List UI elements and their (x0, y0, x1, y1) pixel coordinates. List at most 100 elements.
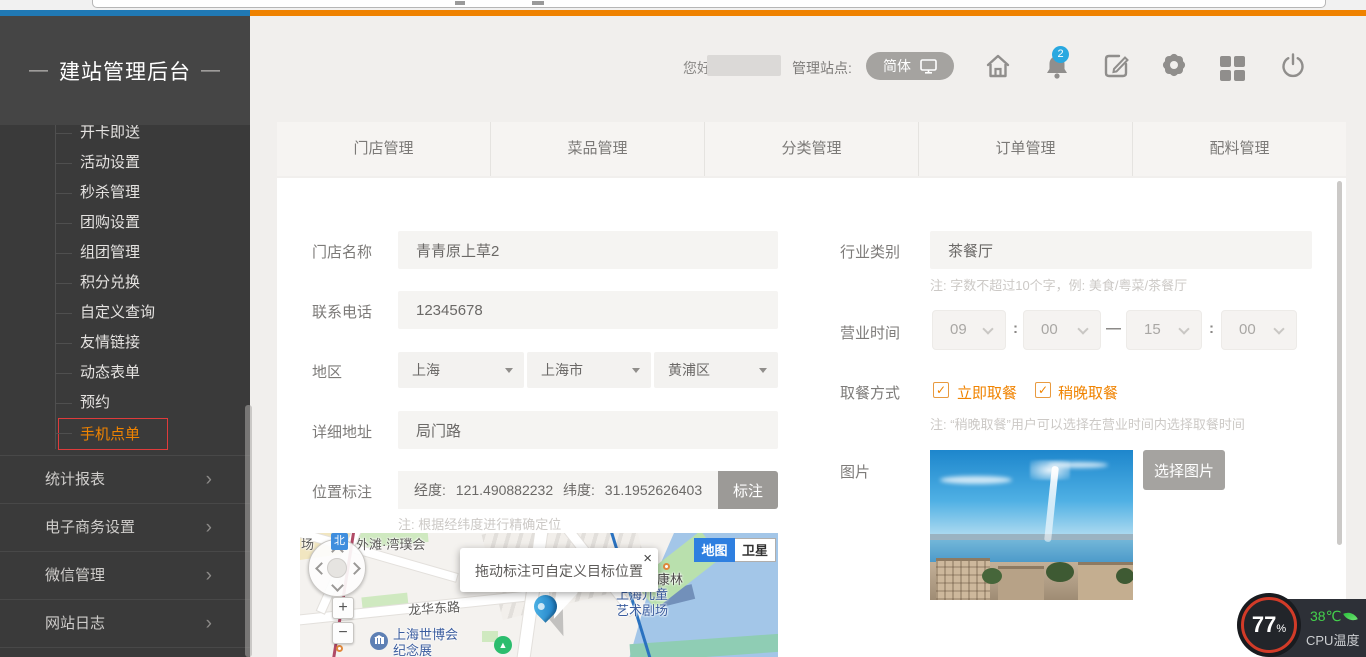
sidebar-item-team[interactable]: 组团管理 (0, 238, 250, 268)
map-zoom-control: + − (332, 597, 354, 647)
region-label: 地区 (312, 361, 342, 382)
satellite-view-button[interactable]: 卫星 (735, 538, 776, 562)
close-icon[interactable]: × (643, 550, 652, 567)
time-range-dash: — (1106, 320, 1121, 337)
lng-value: 121.490882232 (456, 482, 553, 498)
start-hour-select[interactable]: 09 (932, 310, 1006, 350)
sidebar-item-dynamic-form[interactable]: 动态表单 (0, 358, 250, 388)
sidebar-item-mobile-order[interactable]: 手机点单 (0, 418, 250, 448)
map-label-expo: 上海世博会 纪念展 (393, 627, 458, 657)
location-note: 注: 根据经纬度进行精确定位 (398, 514, 561, 533)
pickup-now-label[interactable]: 立即取餐 (957, 382, 1017, 403)
sidebar-item-groupbuy[interactable]: 团购设置 (0, 208, 250, 238)
choose-image-button[interactable]: 选择图片 (1143, 450, 1225, 490)
sidebar-item-seckill[interactable]: 秒杀管理 (0, 178, 250, 208)
pan-knob[interactable] (327, 558, 347, 578)
compass-north-badge: 北 (331, 533, 348, 550)
tab-order-management[interactable]: 订单管理 (919, 122, 1133, 176)
zoom-in-button[interactable]: + (332, 597, 354, 619)
sidebar-item-custom-query[interactable]: 自定义查询 (0, 298, 250, 328)
map-infowindow: 拖动标注可自定义目标位置 × (460, 548, 658, 592)
home-icon[interactable] (984, 52, 1012, 80)
industry-label: 行业类别 (840, 241, 900, 262)
phone-input[interactable] (398, 291, 778, 329)
store-photo-thumbnail (930, 450, 1133, 600)
lng-label: 经度: (414, 482, 446, 498)
tab-dish-management[interactable]: 菜品管理 (491, 122, 705, 176)
leaf-icon (1343, 609, 1358, 624)
sidebar-section-ecommerce[interactable]: 电子商务设置 › (0, 503, 250, 551)
chevron-right-icon: › (206, 600, 212, 648)
cpu-usage-gauge: 77 % (1241, 597, 1297, 653)
gear-icon[interactable] (1161, 52, 1189, 80)
lat-value: 31.1952626403 (605, 482, 702, 498)
brand-dash: — (201, 60, 221, 82)
time-colon: : (1209, 320, 1214, 337)
edit-icon[interactable] (1102, 52, 1130, 80)
power-icon[interactable] (1280, 52, 1308, 80)
pan-left-icon[interactable] (315, 562, 328, 575)
browser-address-bar[interactable] (92, 0, 1326, 8)
address-input[interactable] (398, 411, 778, 449)
lang-pill-label: 简体 (883, 56, 911, 76)
notification-badge: 2 (1052, 46, 1069, 63)
chevron-right-icon: › (206, 552, 212, 600)
mark-location-button[interactable]: 标注 (718, 471, 778, 509)
tab-category-management[interactable]: 分类管理 (705, 122, 919, 176)
hours-label: 营业时间 (840, 322, 900, 343)
chevron-down-icon (1178, 323, 1189, 334)
pickup-now-checkbox[interactable]: ✓ (933, 382, 949, 398)
pan-down-icon[interactable] (331, 579, 344, 592)
tab-ingredient-management[interactable]: 配料管理 (1133, 122, 1346, 176)
pickup-label: 取餐方式 (840, 382, 900, 403)
tab-store-management[interactable]: 门店管理 (277, 122, 491, 176)
map-label-partial: 场 (301, 534, 314, 553)
start-minute-select[interactable]: 00 (1023, 310, 1101, 350)
caret-down-icon (505, 368, 513, 373)
sidebar-item-links[interactable]: 友情链接 (0, 328, 250, 358)
district-select[interactable]: 黄浦区 (654, 352, 778, 388)
industry-note: 注: 字数不超过10个字，例: 美食/粤菜/茶餐厅 (930, 275, 1187, 294)
chevron-right-icon: › (206, 456, 212, 504)
scenic-icon: ▲ (494, 636, 512, 654)
sidebar-scrollbar[interactable] (245, 405, 252, 657)
image-label: 图片 (840, 461, 870, 482)
language-site-pill[interactable]: 简体 (866, 52, 954, 80)
sidebar-item-activity[interactable]: 活动设置 (0, 148, 250, 178)
caret-down-icon (759, 368, 767, 373)
map-label-bund: 外滩·湾璞会 (356, 534, 425, 553)
cpu-temp-label: CPU温度 (1306, 630, 1359, 649)
pickup-later-label[interactable]: 稍晚取餐 (1058, 382, 1118, 403)
lat-label: 纬度: (563, 482, 595, 498)
sidebar-section-wechat[interactable]: 微信管理 › (0, 551, 250, 599)
brand-dash: — (29, 60, 49, 82)
username-redacted (707, 55, 781, 76)
location-label: 位置标注 (312, 481, 372, 502)
pan-right-icon[interactable] (348, 562, 361, 575)
sidebar-item-booking[interactable]: 预约 (0, 388, 250, 418)
coordinates-field[interactable]: 经度: 121.490882232 纬度: 31.1952626403 (398, 471, 718, 509)
zoom-out-button[interactable]: − (332, 622, 354, 644)
sidebar-item-points[interactable]: 积分兑换 (0, 268, 250, 298)
brand-title: 建站管理后台 (59, 56, 191, 86)
cpu-monitor-widget[interactable]: 77 % 38℃ CPU温度 (1243, 599, 1366, 657)
city-select[interactable]: 上海市 (527, 352, 651, 388)
phone-label: 联系电话 (312, 301, 372, 322)
pickup-later-checkbox[interactable]: ✓ (1035, 382, 1051, 398)
content-scrollbar[interactable] (1337, 181, 1342, 545)
apps-grid-icon[interactable] (1220, 54, 1248, 82)
location-map[interactable]: 场 外滩·湾璞会 龙华东路 健康林 上海儿童 艺术剧场 上海世博会 纪念展 ♪ … (300, 533, 778, 657)
cpu-percent: 77 (1252, 612, 1276, 638)
end-hour-select[interactable]: 15 (1126, 310, 1202, 350)
sidebar-section-reports[interactable]: 统计报表 › (0, 455, 250, 503)
monitor-icon (920, 59, 937, 74)
map-view-button[interactable]: 地图 (694, 538, 735, 562)
time-colon: : (1013, 320, 1018, 337)
store-name-input[interactable] (398, 231, 778, 269)
sidebar: 开卡即送 活动设置 秒杀管理 团购设置 组团管理 积分兑换 自定义查询 友情链接… (0, 16, 250, 657)
end-minute-select[interactable]: 00 (1221, 310, 1297, 350)
sidebar-sections: 统计报表 › 电子商务设置 › 微信管理 › 网站日志 › (0, 455, 250, 657)
sidebar-section-logs[interactable]: 网站日志 › (0, 599, 250, 647)
industry-input[interactable] (930, 231, 1312, 269)
province-select[interactable]: 上海 (398, 352, 524, 388)
